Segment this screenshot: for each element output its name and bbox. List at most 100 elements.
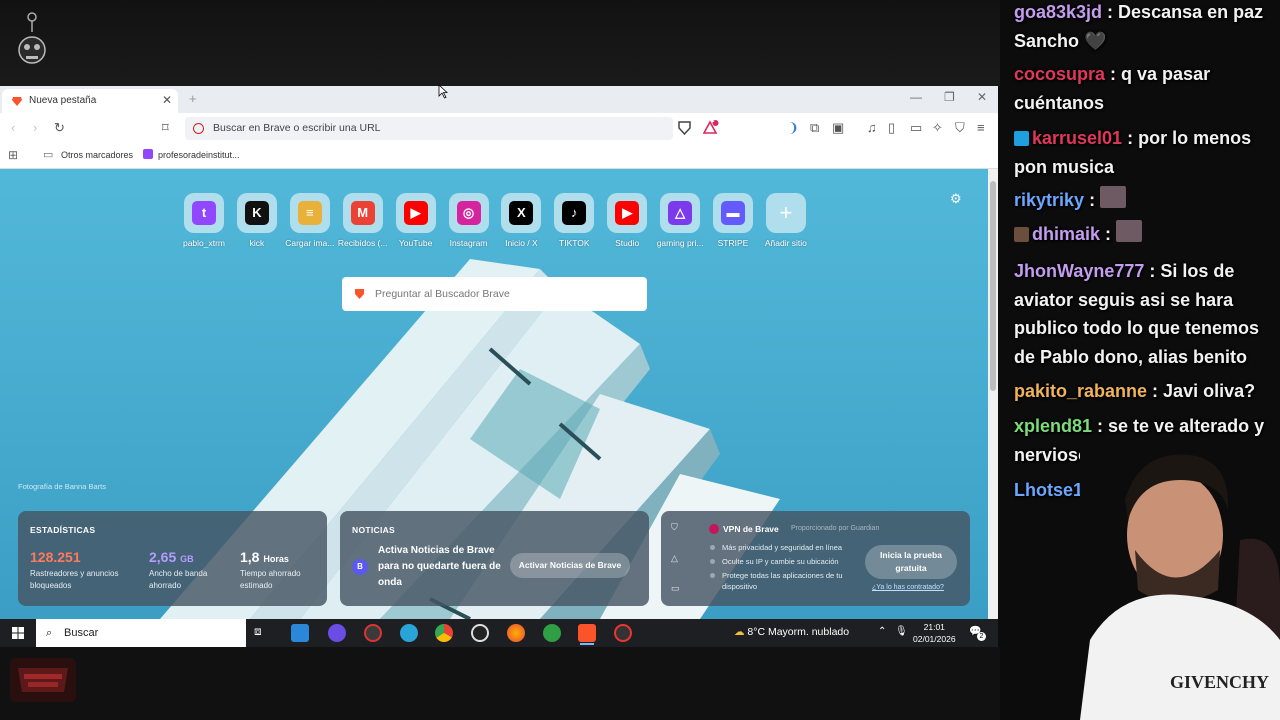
vpn-icon[interactable]: ⛉	[955, 120, 965, 136]
app-icon[interactable]	[614, 624, 632, 642]
chat-username[interactable]: cocosupra	[1014, 64, 1105, 84]
close-tab-icon[interactable]: ✕	[162, 93, 172, 107]
x-icon: X	[509, 201, 534, 225]
top-site-5[interactable]: ◎ Instagram	[439, 193, 499, 248]
media-player-icon[interactable]	[471, 624, 489, 642]
card-side-icon[interactable]: ▭	[671, 583, 680, 594]
apps-grid-icon[interactable]: ⊞	[8, 148, 18, 162]
chat-username[interactable]: karrusel01	[1032, 128, 1122, 148]
reload-icon[interactable]: ↻	[54, 120, 65, 136]
top-site-2[interactable]: ≡ Cargar ima...	[280, 193, 340, 248]
chat-username[interactable]: goa83k3jd	[1014, 2, 1102, 22]
top-site-tile[interactable]: ▶	[607, 193, 648, 233]
weather-widget[interactable]: ☁ 8°C Mayorm. nublado	[734, 626, 849, 638]
customize-gear-icon[interactable]: ⚙	[950, 191, 962, 207]
new-tab-icon[interactable]: +	[189, 91, 197, 106]
bookmark-icon[interactable]: ⌑	[162, 120, 169, 136]
top-site-tile[interactable]: t	[184, 193, 224, 233]
chat-username[interactable]: JhonWayne777	[1014, 261, 1144, 281]
top-site-11[interactable]: + Añadir sitio	[756, 193, 816, 248]
enable-news-button[interactable]: Activar Noticias de Brave	[510, 553, 630, 578]
time-number: 1,8	[240, 549, 260, 565]
windows-start-icon[interactable]	[12, 627, 24, 639]
taskbar-clock[interactable]: 21:01 02/01/2026	[913, 621, 956, 645]
xbox-icon[interactable]	[543, 624, 561, 642]
sidebar-icon[interactable]: ▯	[888, 120, 895, 136]
obs-icon[interactable]	[364, 624, 382, 642]
menu-icon[interactable]: ≡	[977, 120, 985, 135]
vpn-shield-icon[interactable]: ⛉	[671, 522, 678, 533]
top-site-6[interactable]: X Inicio / X	[491, 193, 551, 248]
mouse-cursor-icon	[438, 84, 448, 99]
top-site-tile[interactable]: M	[342, 193, 383, 233]
chrome-icon[interactable]	[435, 624, 453, 642]
top-site-8[interactable]: ▶ Studio	[597, 193, 657, 248]
tab-new-tab[interactable]: Nueva pestaña ✕	[2, 89, 178, 113]
brave-shields-icon[interactable]	[678, 121, 691, 135]
task-view-icon[interactable]: ⧈	[254, 624, 272, 642]
screenshot-icon[interactable]: ▣	[832, 120, 844, 136]
top-site-tile[interactable]: ◎	[448, 193, 489, 233]
top-site-tile[interactable]: ▬	[713, 193, 753, 233]
chat-username[interactable]: pakito_rabanne	[1014, 381, 1147, 401]
brave-taskbar-icon[interactable]	[578, 624, 596, 642]
top-site-tile[interactable]: △	[660, 193, 701, 233]
clock-time: 21:01	[923, 622, 945, 632]
top-site-3[interactable]: M Recibidos (...	[333, 193, 393, 248]
top-site-0[interactable]: t pablo_xtrm	[174, 193, 234, 248]
stripe-icon: ▬	[721, 201, 745, 225]
vpn-trial-button[interactable]: Inicia la prueba gratuita	[865, 545, 957, 579]
scrollbar-thumb[interactable]	[990, 181, 996, 391]
top-site-10[interactable]: ▬ STRIPE	[703, 193, 763, 248]
microphone-icon[interactable]: 🎙	[895, 626, 908, 637]
stats-card: ESTADÍSTICAS 128.251 Rastreadores y anun…	[18, 511, 327, 606]
close-window-icon[interactable]: ✕	[977, 90, 987, 104]
chat-username[interactable]: Lhotse1	[1014, 480, 1083, 500]
chat-username[interactable]: rikytriky	[1014, 190, 1084, 210]
search-engine-icon	[193, 123, 204, 134]
top-site-tile[interactable]: ▶	[395, 193, 436, 233]
top-site-tile[interactable]: ≡	[289, 193, 330, 233]
media-icon[interactable]: ♫	[867, 120, 877, 135]
leo-ai-icon[interactable]: ✧	[932, 120, 943, 136]
firefox-icon[interactable]	[507, 624, 525, 642]
vpn-bullet-3: Protege todas las aplicaciones de tu dis…	[710, 570, 862, 592]
top-site-7[interactable]: ♪ TIKTOK	[544, 193, 604, 248]
chat-message: JhonWayne777 : Si los de aviator seguis …	[1014, 257, 1276, 371]
rewards-side-icon[interactable]: △	[671, 553, 678, 564]
vpn-already-link[interactable]: ¿Ya lo has contratado?	[872, 584, 944, 591]
top-site-tile[interactable]: +	[765, 193, 806, 233]
bandwidth-saved-label: Ancho de banda ahorrado	[149, 569, 208, 590]
forward-icon[interactable]: ›	[33, 120, 37, 135]
page-scrollbar[interactable]	[988, 169, 998, 619]
top-site-tile[interactable]: ♪	[554, 193, 595, 233]
discord-icon[interactable]	[328, 624, 346, 642]
top-site-4[interactable]: ▶ YouTube	[386, 193, 446, 248]
minimize-icon[interactable]: —	[910, 90, 922, 104]
ntp-search-box[interactable]: Preguntar al Buscador Brave	[342, 277, 647, 311]
chat-username[interactable]: dhimaik	[1032, 224, 1100, 244]
taskbar-search-box[interactable]: ⌕ Buscar	[36, 619, 246, 647]
photo-credit[interactable]: Fotografía de Banna Barts	[18, 482, 106, 491]
wallet-icon[interactable]: ▭	[910, 120, 922, 136]
top-site-1[interactable]: Kkick	[227, 193, 287, 248]
back-icon[interactable]: ‹	[11, 120, 15, 135]
tab-strip: Nueva pestaña ✕ + — ❐ ✕	[0, 86, 998, 113]
bookmark-other[interactable]: Otros marcadores	[61, 150, 133, 160]
speedreader-icon[interactable]: ❩	[788, 120, 799, 136]
prime-badge-icon	[1014, 131, 1029, 146]
chat-username[interactable]: xplend81	[1014, 416, 1092, 436]
vpn-bullet-1: Más privacidad y seguridad en línea	[710, 542, 882, 553]
extensions-icon[interactable]: ⧉	[810, 120, 819, 136]
store-icon[interactable]	[291, 624, 309, 642]
tray-chevron-icon[interactable]: ⌃	[878, 626, 886, 637]
top-site-9[interactable]: △ gaming pri...	[650, 193, 710, 248]
top-site-tile[interactable]: K	[236, 193, 277, 233]
telegram-icon[interactable]	[400, 624, 418, 642]
address-bar[interactable]: Buscar en Brave o escribir una URL	[185, 117, 673, 140]
top-site-tile[interactable]: X	[501, 193, 542, 233]
top-site-label: kick	[249, 238, 265, 248]
maximize-icon[interactable]: ❐	[944, 90, 955, 104]
twitch-icon: t	[192, 201, 216, 225]
bookmark-profesora[interactable]: profesoradeinstitut...	[158, 150, 240, 160]
